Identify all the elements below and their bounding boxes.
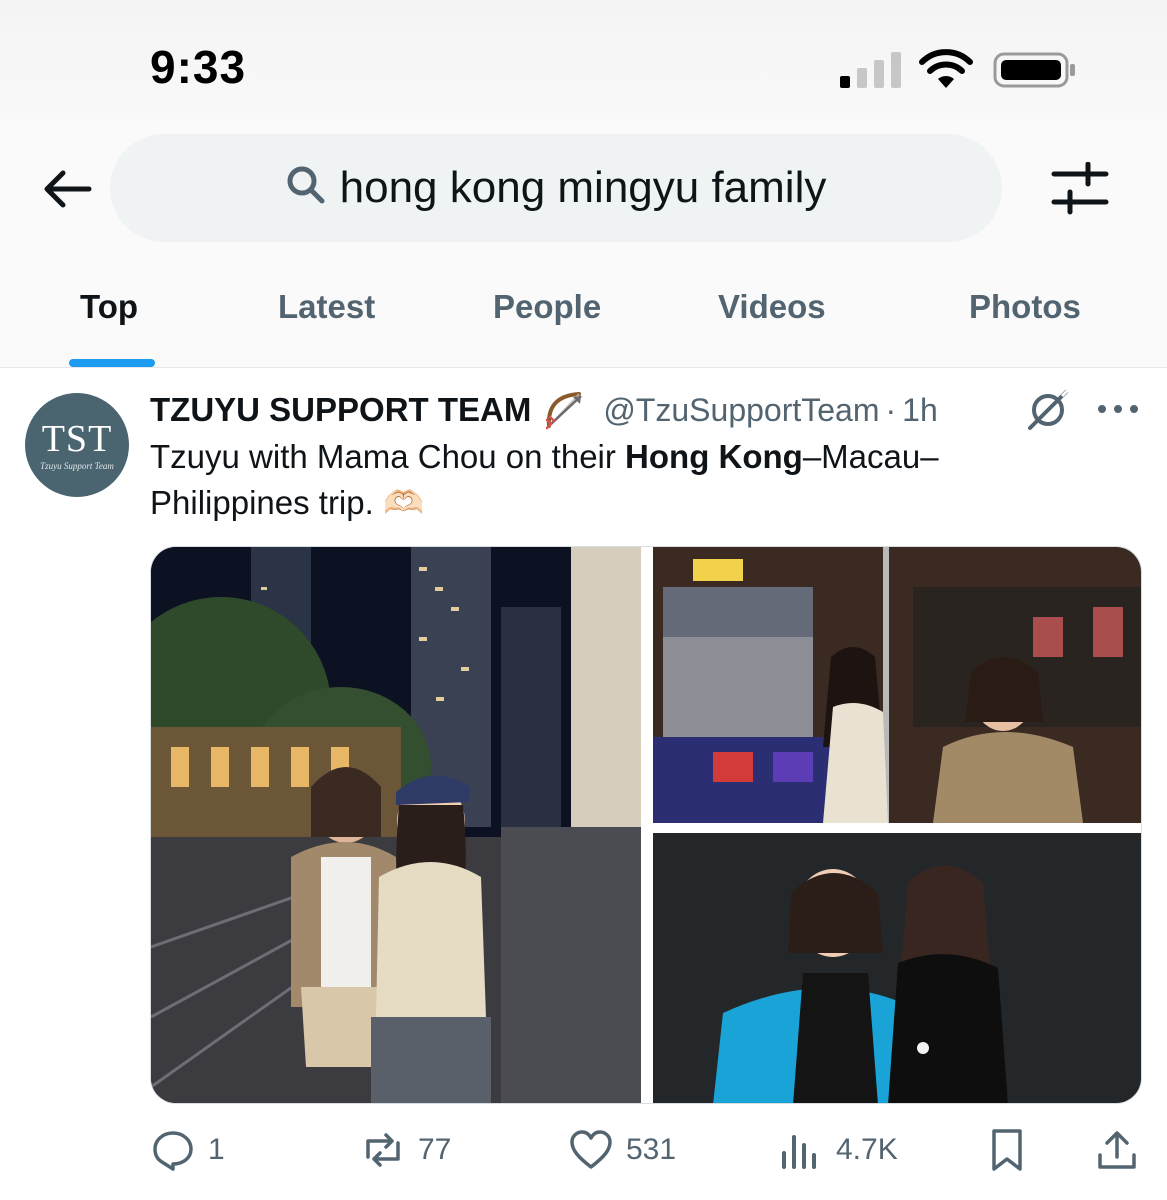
- status-bar: 9:33: [0, 0, 1167, 120]
- tweet-media-grid: [150, 546, 1142, 1104]
- tweet-timestamp[interactable]: 1h: [902, 392, 938, 429]
- view-count: 4.7K: [836, 1133, 898, 1166]
- grok-icon[interactable]: [1024, 386, 1072, 434]
- search-input[interactable]: hong kong mingyu family: [110, 134, 1002, 242]
- share-icon: [1098, 1131, 1136, 1169]
- search-filters-button[interactable]: [1048, 162, 1112, 216]
- wifi-icon: [919, 49, 973, 88]
- avatar-subtext: Tzuyu Support Team: [40, 461, 114, 471]
- tab-top[interactable]: Top: [80, 288, 138, 326]
- repost-count: 77: [418, 1133, 452, 1166]
- avatar-text: TST: [41, 418, 113, 460]
- cellular-signal-icon: [840, 52, 901, 88]
- bookmark-button[interactable]: [984, 1122, 1030, 1178]
- tweet-text: Tzuyu with Mama Chou on their Hong Kong–…: [150, 434, 1050, 526]
- more-options-icon[interactable]: [1096, 398, 1140, 420]
- back-arrow-icon: [44, 170, 92, 208]
- tweet-text-highlight: Hong Kong: [625, 438, 803, 475]
- tab-videos[interactable]: Videos: [718, 288, 826, 326]
- bookmark-icon: [992, 1129, 1022, 1171]
- meta-separator: ·: [885, 391, 897, 428]
- repost-button[interactable]: 77: [360, 1122, 451, 1178]
- status-time: 9:33: [150, 41, 247, 93]
- tweet-photo-2[interactable]: [653, 547, 1141, 823]
- share-button[interactable]: [1094, 1122, 1140, 1178]
- tab-latest[interactable]: Latest: [278, 288, 375, 326]
- tweet-text-part-1: Tzuyu with Mama Chou on their: [150, 438, 626, 475]
- views-button[interactable]: 4.7K: [778, 1122, 898, 1178]
- reply-count: 1: [208, 1133, 225, 1166]
- user-handle[interactable]: @TzuSupportTeam: [603, 392, 879, 429]
- search-query-text: hong kong mingyu family: [339, 163, 827, 212]
- like-count: 531: [626, 1133, 677, 1166]
- like-button[interactable]: 531: [568, 1122, 676, 1178]
- tweet-photo-1[interactable]: [151, 547, 641, 1103]
- tweet-actions: 1 77 531 4.7K: [150, 1122, 1142, 1178]
- tab-people[interactable]: People: [493, 288, 601, 326]
- tweet-header: TZUYU SUPPORT TEAM @TzuSupportTeam · 1h: [150, 388, 938, 432]
- tab-photos[interactable]: Photos: [969, 288, 1081, 326]
- display-name[interactable]: TZUYU SUPPORT TEAM: [150, 391, 531, 429]
- tweet-photo-3[interactable]: [653, 833, 1141, 1103]
- reply-button[interactable]: 1: [150, 1122, 225, 1178]
- bow-and-arrow-icon: [546, 392, 583, 430]
- active-tab-indicator: [69, 359, 155, 367]
- back-button[interactable]: [38, 160, 96, 218]
- repost-icon: [366, 1133, 400, 1167]
- battery-icon: [993, 52, 1075, 88]
- analytics-icon: [782, 1135, 816, 1169]
- reply-icon: [153, 1131, 193, 1171]
- heart-icon: [570, 1130, 612, 1169]
- search-icon: [287, 166, 325, 204]
- search-tabs: Top Latest People Videos Photos: [0, 260, 1167, 368]
- avatar[interactable]: TST Tzuyu Support Team: [25, 393, 129, 497]
